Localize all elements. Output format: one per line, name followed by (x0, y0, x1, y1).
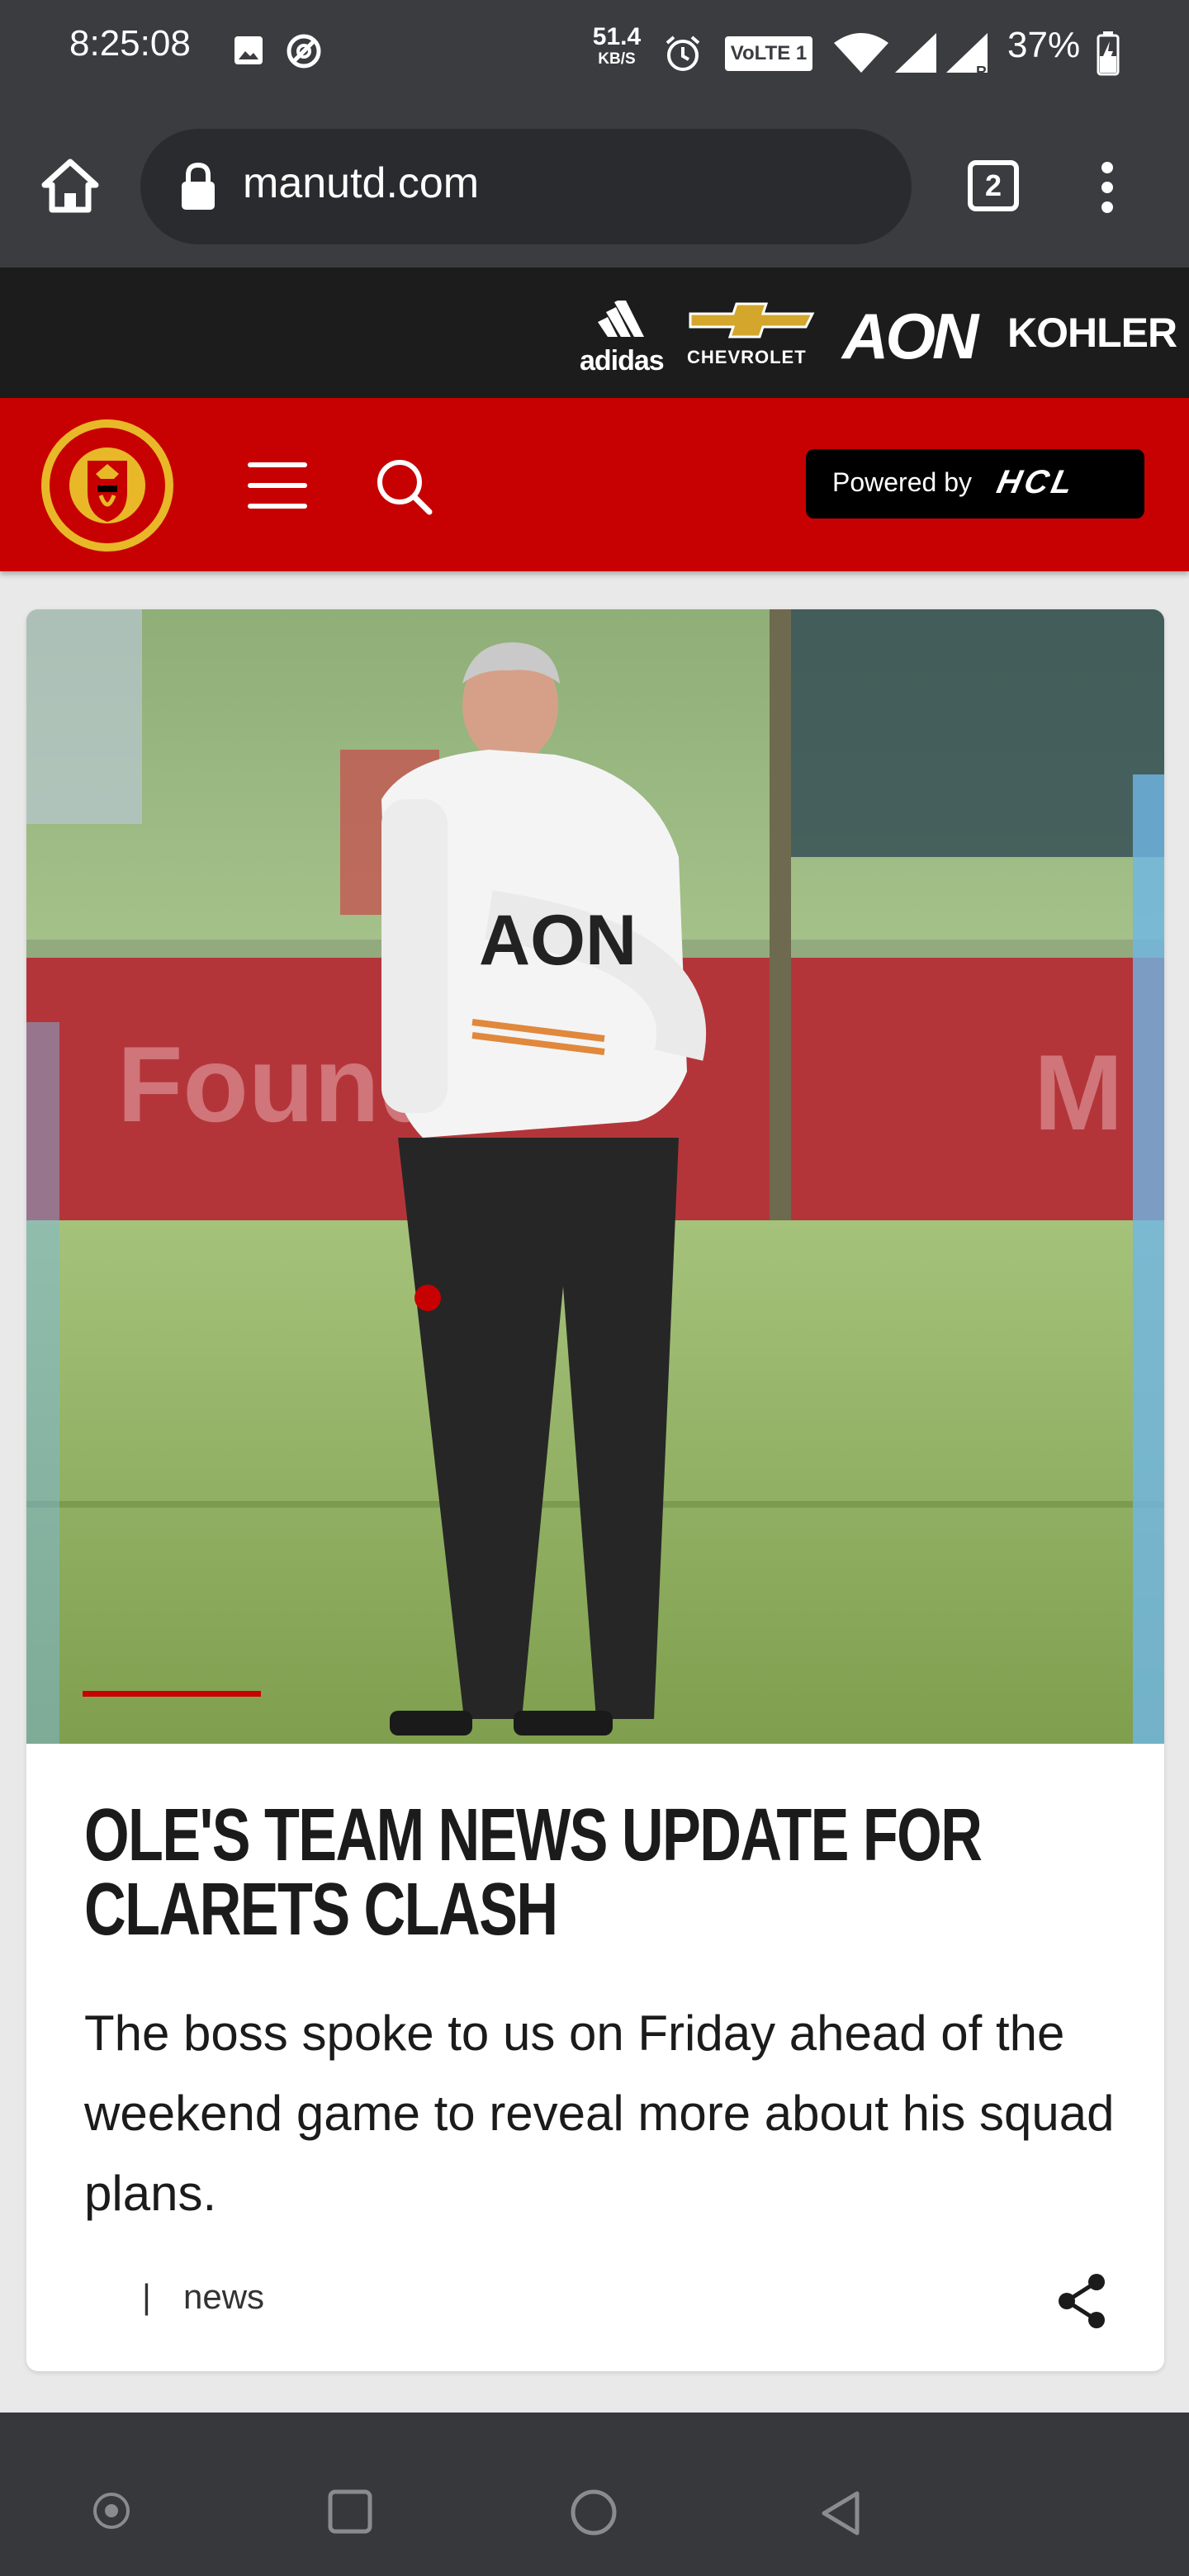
club-crest-logo[interactable] (38, 416, 177, 555)
svg-text:AON: AON (479, 901, 637, 980)
browser-toolbar: manutd.com 2 (0, 106, 1189, 268)
adidas-logo (598, 301, 644, 337)
article-headline[interactable]: OLE'S TEAM NEWS UPDATE FOR CLARETS CLASH (84, 1798, 1108, 1947)
chevrolet-bowtie-logo (689, 302, 815, 339)
status-bar: 8:25:08 51.4 KB/S VoLTE 1 R 37% (0, 0, 1189, 106)
article-summary: The boss spoke to us on Friday ahead of … (84, 2005, 1115, 2221)
image-icon (234, 36, 263, 64)
network-speed: 51.4 KB/S (592, 23, 642, 68)
hcl-logo-text: HCL (993, 464, 1080, 500)
address-bar[interactable]: manutd.com (140, 129, 912, 244)
home-circle-icon[interactable] (570, 2488, 618, 2536)
sponsor-kohler[interactable]: KOHLER (1007, 309, 1177, 357)
alarm-icon (666, 36, 700, 71)
svg-text:M: M (1034, 1032, 1123, 1153)
hero-accent-bar (83, 1691, 261, 1697)
wifi-icon (834, 33, 888, 73)
battery-percent: 37% (1007, 25, 1081, 65)
system-nav-bar (0, 2413, 1189, 2576)
sponsor-chevrolet[interactable]: CHEVROLET (687, 347, 807, 368)
signal-roaming-icon: R (946, 33, 988, 78)
svg-text:R: R (976, 64, 987, 78)
sponsor-bar: adidas CHEVROLET AON KOHLER (0, 268, 1189, 398)
more-vert-icon[interactable] (1097, 160, 1118, 215)
recents-icon[interactable] (327, 2488, 373, 2535)
do-not-disturb-icon (287, 34, 321, 69)
search-icon[interactable] (375, 457, 433, 515)
share-icon[interactable] (1054, 2272, 1111, 2330)
url-text: manutd.com (243, 159, 480, 207)
sponsor-aon[interactable]: AON (842, 299, 978, 374)
article-hero-image[interactable]: Found M AON (26, 609, 1164, 1744)
powered-by-hcl-badge[interactable]: Powered by HCL (806, 449, 1144, 519)
tab-switcher-button[interactable]: 2 (968, 160, 1019, 211)
meta-separator: | (142, 2277, 151, 2316)
back-icon[interactable] (817, 2488, 864, 2538)
lock-icon (182, 162, 215, 210)
article-category[interactable]: news (183, 2277, 264, 2317)
signal-icon (895, 33, 936, 73)
site-header: Powered by HCL (0, 398, 1189, 571)
powered-by-label: Powered by (832, 467, 972, 497)
volte-badge: VoLTE 1 (725, 36, 812, 71)
article-card[interactable]: Found M AON OLE'S TEAM NEWS UPDATE FOR C… (26, 609, 1164, 2371)
battery-charging-icon (1097, 31, 1120, 76)
status-time: 8:25:08 (69, 23, 191, 64)
sponsor-adidas[interactable]: adidas (580, 345, 665, 377)
home-icon[interactable] (41, 159, 99, 213)
menu-icon[interactable] (248, 461, 307, 510)
dot-icon[interactable] (92, 2492, 130, 2530)
